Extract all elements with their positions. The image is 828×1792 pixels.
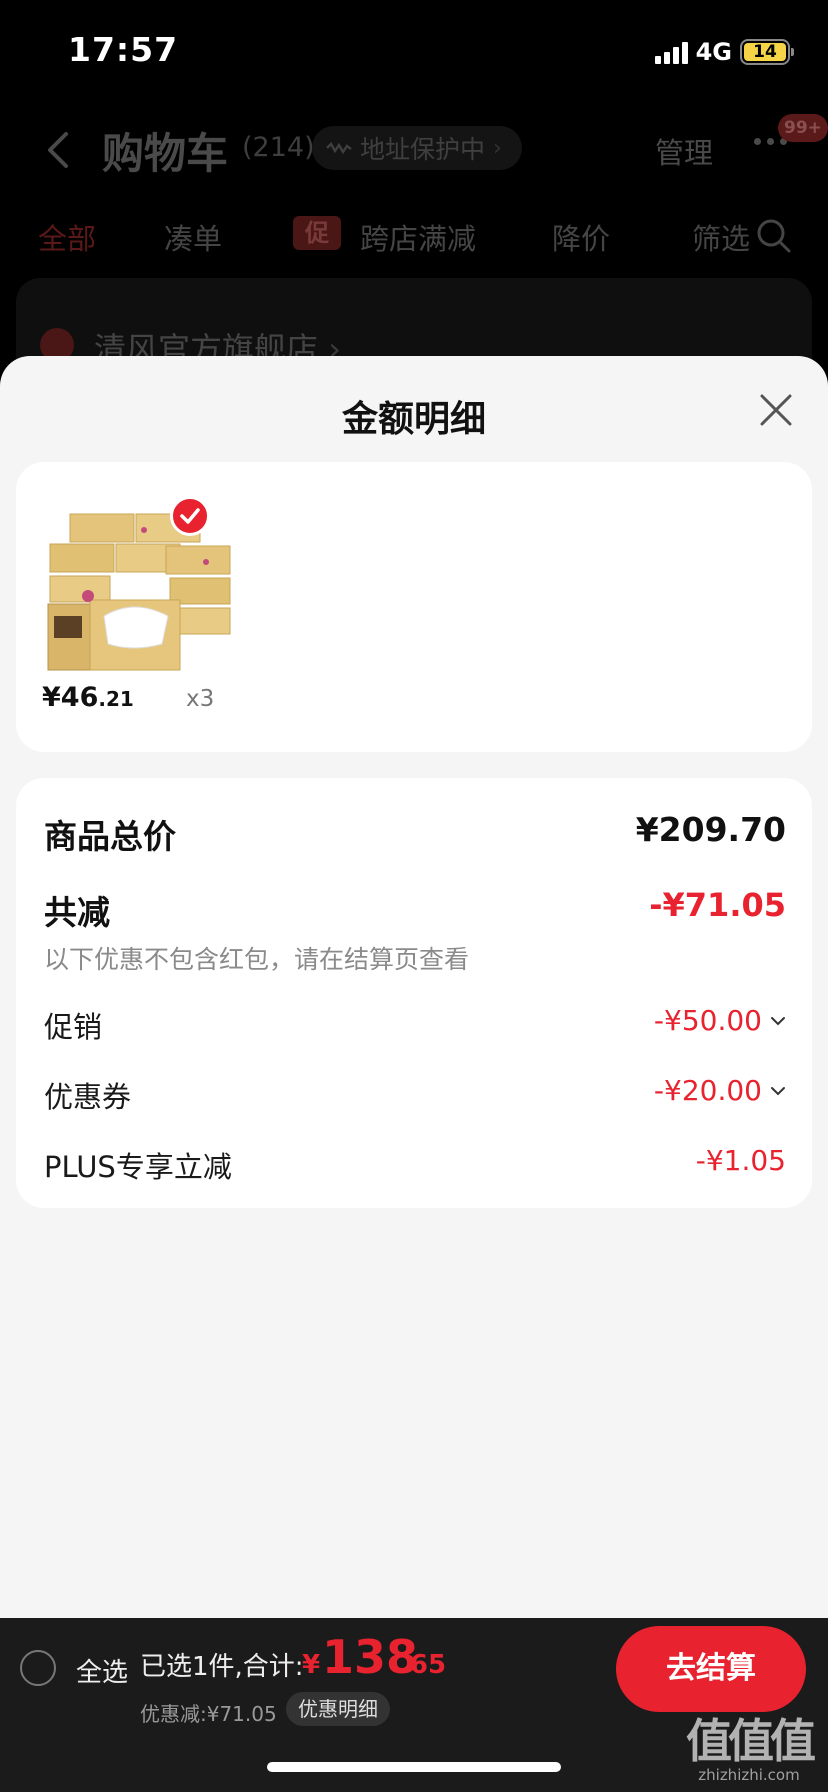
discount-note: 以下优惠不包含红包，请在结算页查看 (44, 945, 470, 974)
back-icon[interactable] (40, 128, 80, 172)
tab-all[interactable]: 全部 (38, 216, 96, 258)
grand-total-currency: ¥ (302, 1650, 321, 1680)
wave-icon (326, 142, 352, 155)
discount-total: 优惠减:¥71.05 (140, 1702, 277, 1726)
address-protection-pill[interactable]: 地址保护中 › (312, 126, 522, 170)
more-icon[interactable] (754, 138, 787, 145)
checkout-button[interactable]: 去结算 (616, 1626, 806, 1712)
plus-discount-value: -¥1.05 (695, 1144, 786, 1177)
chevron-down-icon (771, 1086, 785, 1095)
selected-summary: 已选1件,合计: (140, 1652, 304, 1682)
total-price-label: 商品总价 (44, 817, 176, 856)
promo-tag: 促 (293, 216, 341, 250)
total-discount-value: -¥71.05 (649, 886, 786, 924)
tab-price-drop[interactable]: 降价 (552, 216, 610, 258)
status-time: 17:57 (68, 30, 179, 69)
amount-detail-sheet: 金额明细 ¥46.21 x3 商品总价 ¥209.70 共减 -¥71.05 以… (0, 356, 828, 1618)
status-indicators: 4G 14 (654, 36, 794, 68)
tab-filter[interactable]: 筛选 (692, 216, 750, 258)
checkout-bar: 全选 已选1件,合计: ¥ 138 .65 优惠减:¥71.05 优惠明细 去结… (0, 1618, 828, 1792)
tab-combine[interactable]: 凑单 (164, 216, 222, 258)
status-bar: 17:57 4G 14 (0, 0, 828, 100)
address-protection-label: 地址保护中 (360, 135, 486, 164)
total-discount-label: 共减 (44, 893, 110, 932)
checkmark-icon (180, 508, 200, 524)
page-title: 购物车 (102, 129, 229, 178)
chevron-right-icon: › (493, 135, 502, 161)
close-icon[interactable] (756, 390, 796, 430)
product-price-dec: .21 (98, 687, 134, 711)
cart-header: 购物车 (214) 地址保护中 › 管理 99+ (0, 100, 828, 200)
chevron-down-icon (771, 1016, 785, 1025)
signal-icon (654, 40, 688, 64)
watermark-logo: 值值值 zhizhizhi.com (674, 1716, 824, 1784)
search-icon[interactable] (756, 218, 792, 254)
product-card: ¥46.21 x3 (16, 462, 812, 752)
discount-detail-button[interactable]: 优惠明细 (286, 1692, 390, 1726)
product-price-int: ¥46 (42, 682, 99, 713)
battery-icon: 14 (740, 39, 794, 65)
coupon-label: 优惠券 (44, 1080, 132, 1114)
promotion-value: -¥50.00 (653, 1004, 762, 1037)
watermark-glyphs: 值值值 (686, 1714, 816, 1768)
promotion-label: 促销 (44, 1010, 103, 1044)
grand-total-decimal: .65 (400, 1650, 447, 1680)
select-all-checkbox[interactable] (20, 1650, 56, 1686)
cart-count: (214) (242, 132, 315, 163)
price-summary-card: 商品总价 ¥209.70 共减 -¥71.05 以下优惠不包含红包，请在结算页查… (16, 778, 812, 1208)
total-price-value: ¥209.70 (635, 810, 786, 849)
product-quantity: x3 (186, 686, 215, 712)
coupon-value: -¥20.00 (653, 1074, 762, 1107)
promotion-row[interactable]: -¥50.00 (654, 1004, 786, 1037)
network-label: 4G (695, 38, 732, 66)
select-all-label[interactable]: 全选 (76, 1652, 128, 1689)
home-indicator[interactable] (267, 1762, 561, 1772)
tab-cross-store-discount[interactable]: 跨店满减 (360, 216, 476, 258)
product-checkbox[interactable] (170, 496, 210, 536)
sheet-title: 金额明细 (341, 399, 486, 440)
notification-badge: 99+ (778, 114, 828, 142)
product-price: ¥46.21 (42, 682, 134, 713)
plus-discount-label: PLUS专享立减 (44, 1150, 232, 1184)
battery-level: 14 (744, 43, 786, 61)
manage-button[interactable]: 管理 (655, 130, 713, 172)
watermark-url: zhizhizhi.com (698, 1766, 800, 1784)
coupon-row[interactable]: -¥20.00 (654, 1074, 786, 1107)
